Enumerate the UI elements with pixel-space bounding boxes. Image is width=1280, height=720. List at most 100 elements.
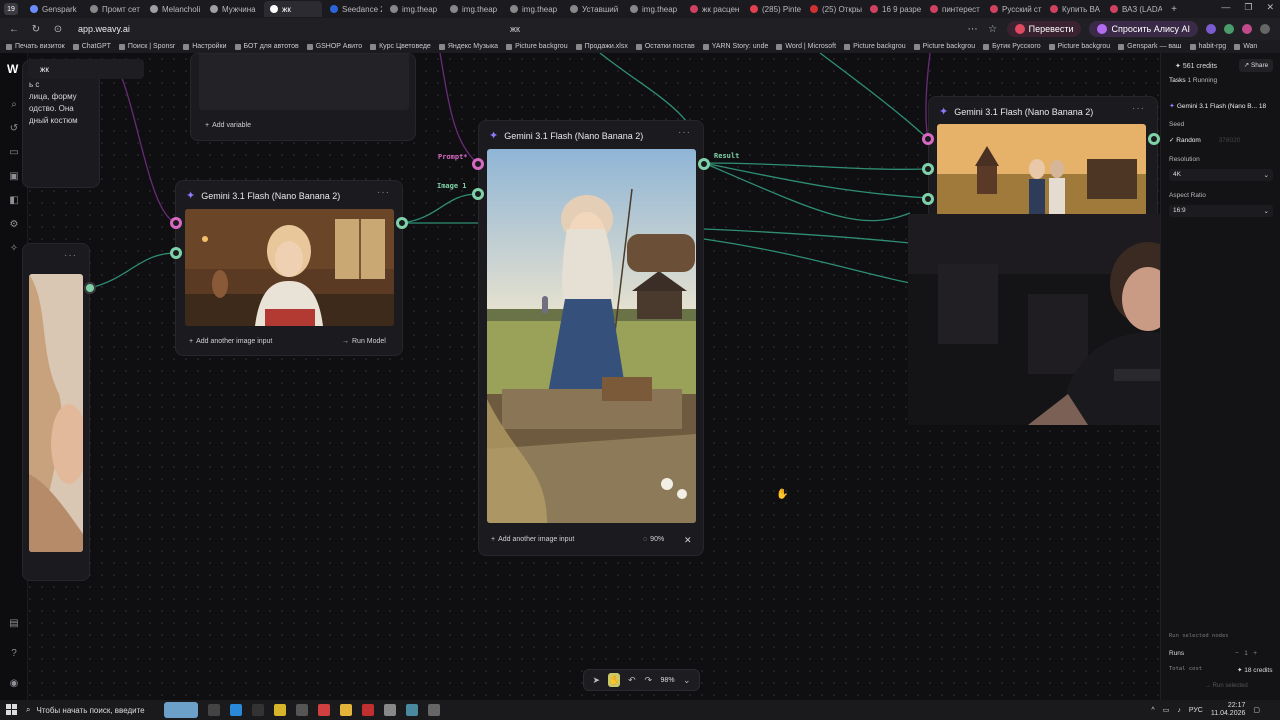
url-field[interactable]: app.weavy.ai [78, 24, 130, 34]
node-image[interactable] [487, 149, 696, 523]
browser-tab[interactable]: Genspark [24, 1, 82, 17]
yandex-browser-icon[interactable] [318, 704, 330, 716]
add-variable-button[interactable]: + Add variable [205, 122, 251, 129]
taskbar-search[interactable]: ⌕ Чтобы начать поиск, введите [26, 705, 156, 715]
discord-icon[interactable]: ◉ [8, 678, 20, 690]
browser-tab[interactable]: img.theap [444, 1, 502, 17]
node-menu-icon[interactable]: ··· [678, 127, 691, 138]
bookmark-item[interactable]: Wan [1234, 43, 1257, 50]
select-tool-icon[interactable]: ➤ [592, 673, 600, 687]
plugin-icon[interactable]: ✧ [8, 243, 20, 255]
clock[interactable]: 22:17 11.04.2026 [1211, 702, 1246, 718]
chevron-up-icon[interactable]: ^ [1151, 707, 1154, 714]
add-image-input-button[interactable]: + Add another image input [189, 338, 272, 345]
telegram-icon[interactable] [230, 704, 242, 716]
bookmark-item[interactable]: Word | Microsoft [776, 43, 836, 50]
app-teal-icon[interactable] [406, 704, 418, 716]
gemini-node-left[interactable]: ✦ Gemini 3.1 Flash (Nano Banana 2) ··· + A… [175, 180, 403, 356]
bookmark-item[interactable]: Курс Цветоведе [370, 43, 431, 50]
docs-icon[interactable]: ▤ [8, 618, 20, 630]
variables-node[interactable]: + Add variable [190, 53, 416, 141]
browser-tab[interactable]: Уставший [564, 1, 622, 17]
app-grid-icon[interactable] [296, 704, 308, 716]
output-port-partial[interactable] [84, 282, 96, 294]
image-node-partial[interactable]: ··· [22, 243, 90, 581]
app-h-icon[interactable] [252, 704, 264, 716]
chevron-down-icon[interactable]: ⌄ [683, 673, 691, 687]
browser-tab[interactable]: img.theap [624, 1, 682, 17]
image-input-port-right-2[interactable] [922, 193, 934, 205]
browser-tab[interactable]: (285) Pinte [744, 1, 802, 17]
reload-icon[interactable]: ↻ [30, 24, 42, 35]
tasks-row[interactable]: Tasks 1 Running [1169, 77, 1217, 84]
browser-tab[interactable]: ВАЗ (LADA [1104, 1, 1162, 17]
image-input-port[interactable] [472, 188, 484, 200]
profile-icon[interactable] [1206, 24, 1216, 34]
bookmark-item[interactable]: habit-rpg [1189, 43, 1226, 50]
browser-tab[interactable]: Seedance 2 [324, 1, 382, 17]
bookmark-item[interactable]: Бутик Русского [983, 43, 1041, 50]
weather-widget-icon[interactable] [164, 702, 198, 718]
new-tab-icon[interactable]: + [1168, 4, 1180, 15]
bookmark-item[interactable]: Продажи.xlsx [575, 43, 628, 50]
result-output-port[interactable] [698, 158, 710, 170]
resolution-select[interactable]: 4K ⌄ [1169, 169, 1273, 181]
node-menu-icon[interactable]: ··· [1132, 103, 1145, 114]
search-icon[interactable]: ⌕ [8, 99, 20, 111]
help-icon[interactable]: ? [8, 648, 20, 660]
output-port-right[interactable] [1148, 133, 1160, 145]
node-image[interactable] [185, 209, 394, 326]
app-dark-icon[interactable] [428, 704, 440, 716]
cancel-run-icon[interactable]: ✕ [684, 535, 692, 546]
bookmark-item[interactable]: YARN Story: unde [702, 43, 768, 50]
briefcase-icon[interactable]: ▭ [8, 147, 20, 159]
volume-icon[interactable]: ♪ [1177, 707, 1181, 714]
windows-start-icon[interactable] [6, 704, 18, 716]
model-row[interactable]: ✦ Gemini 3.1 Flash (Nano B... 18 [1169, 102, 1266, 110]
language-indicator[interactable]: РУС [1189, 707, 1203, 714]
browser-tab[interactable]: img.theap [384, 1, 442, 17]
aspect-ratio-select[interactable]: 16:9 ⌄ [1169, 205, 1273, 217]
translate-button[interactable]: Перевести [1006, 21, 1082, 37]
browser-tab[interactable]: жк расцен [684, 1, 742, 17]
share-button[interactable]: ↗ Share [1239, 59, 1273, 72]
text-node-partial[interactable]: ик ь с лица, форму одство. Она дный кост… [22, 60, 100, 188]
run-model-button[interactable]: → Run Model [342, 338, 386, 345]
browser-tab[interactable]: (25) Откры [804, 1, 862, 17]
restore-icon[interactable]: ❐ [1244, 2, 1252, 13]
bookmark-item[interactable]: Genspark — ваш [1118, 43, 1182, 50]
back-icon[interactable]: ← [8, 24, 20, 35]
node-image[interactable] [937, 124, 1146, 216]
network-icon[interactable]: ▭ [1163, 706, 1170, 714]
more-icon[interactable]: ⋯ [967, 24, 979, 35]
bookmark-item[interactable]: Настройки [183, 43, 227, 50]
bookmark-item[interactable]: Picture backgrou [913, 43, 975, 50]
node-menu-icon[interactable]: ··· [377, 187, 390, 198]
browser-tab[interactable]: Русский ст [984, 1, 1042, 17]
bookmark-item[interactable]: БОТ для автотов [234, 43, 299, 50]
prompt-input-port-left[interactable] [170, 217, 182, 229]
browser-tab[interactable]: Промт сет [84, 1, 142, 17]
bookmark-item[interactable]: Picture backgrou [506, 43, 568, 50]
bookmark-item[interactable]: Picture backgrou [844, 43, 906, 50]
seed-input[interactable]: 378020 [1219, 137, 1241, 144]
browser-tab[interactable]: жк [264, 1, 322, 17]
browser-tab[interactable]: пинтерест [924, 1, 982, 17]
layers-icon[interactable]: ◧ [8, 195, 20, 207]
browser-tab[interactable]: img.theap [504, 1, 562, 17]
bookmark-item[interactable]: GSHOP Авито [306, 43, 362, 50]
history-icon[interactable]: ↺ [8, 123, 20, 135]
output-port-left[interactable] [396, 217, 408, 229]
minimize-icon[interactable]: — [1221, 2, 1230, 13]
extension-icon-2[interactable] [1242, 24, 1252, 34]
downloads-icon[interactable] [1260, 24, 1270, 34]
alice-button[interactable]: Спросить Алису AI [1089, 21, 1198, 37]
runs-stepper[interactable]: − 1 + [1235, 650, 1257, 657]
file-explorer-icon[interactable] [340, 704, 352, 716]
run-selected-button[interactable]: → Run selected [1205, 683, 1248, 689]
undo-icon[interactable]: ↶ [628, 673, 636, 687]
close-icon[interactable]: ✕ [1266, 2, 1274, 13]
bookmark-item[interactable]: Печать визиток [6, 43, 65, 50]
app-red-icon[interactable] [362, 704, 374, 716]
project-name-box[interactable]: жк [28, 59, 144, 79]
